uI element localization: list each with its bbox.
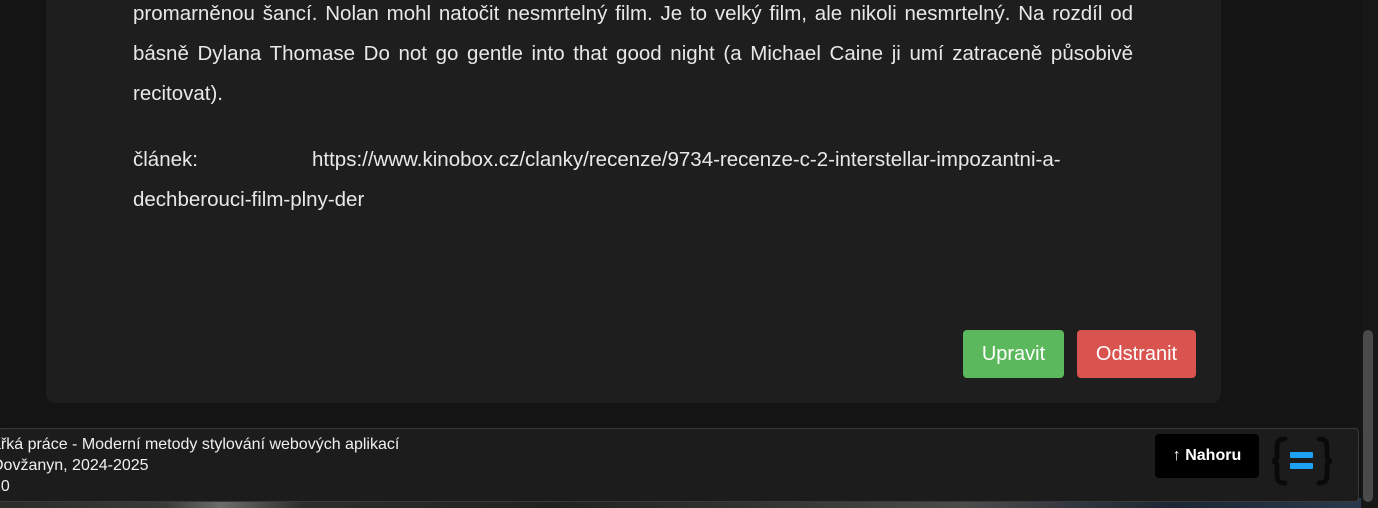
delete-button[interactable]: Odstranit [1077,330,1196,378]
edit-button[interactable]: Upravit [963,330,1064,378]
page-footer: ařká práce - Moderní metody stylování we… [0,428,1359,502]
footer-number: 20 [0,478,10,495]
footer-info: ařká práce - Moderní metody stylování we… [0,434,459,497]
source-label: článek: [133,148,198,171]
review-paragraph: promarněnou šancí. Nolan mohl natočit ne… [133,2,1133,105]
review-source: článek: https://www.kinobox.cz/clanky/rec… [133,140,1133,220]
footer-author-years: Dovžanyn, 2024-2025 [0,457,149,474]
scrollbar-track[interactable] [1361,0,1378,508]
back-to-top-button[interactable]: ↑ Nahoru [1155,434,1259,478]
footer-project-title: ařká práce - Moderní metody stylování we… [0,436,400,453]
review-body: promarněnou šancí. Nolan mohl natočit ne… [133,0,1133,114]
curly-braces-equals-logo-icon[interactable] [1269,433,1335,489]
scrollbar-thumb[interactable] [1363,330,1373,502]
